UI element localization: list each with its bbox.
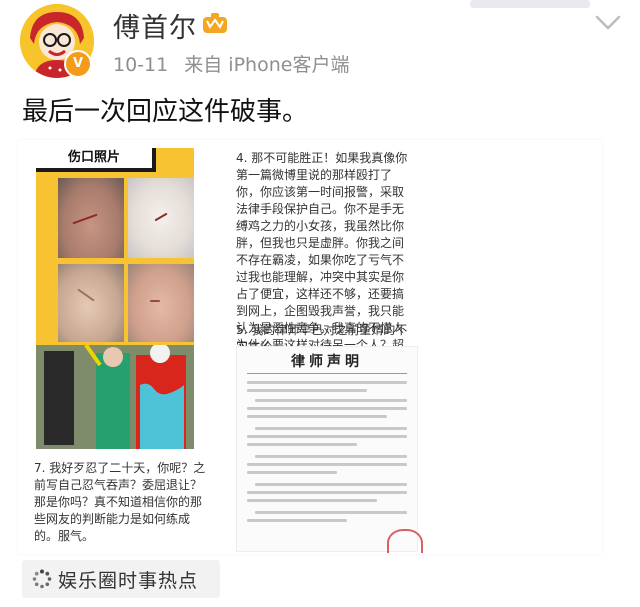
caption-paragraph-7: 7. 我好歹忍了二十天，你呢？之前写自己忍气吞声？委屈退让？那是你吗？真不知道相…	[34, 461, 206, 543]
vip-crown-icon	[203, 13, 227, 33]
topic-tag-label: 娱乐圈时事热点	[58, 570, 199, 592]
event-photo-illustration	[36, 345, 194, 449]
post-meta: 10-11 来自 iPhone客户端	[113, 50, 349, 77]
verified-badge-icon: V	[64, 50, 92, 78]
wound-mark	[150, 300, 160, 302]
document-text-line	[247, 443, 357, 446]
document-text-line	[247, 435, 407, 438]
document-text-line	[247, 491, 407, 494]
wound-photo-2	[128, 178, 194, 258]
wound-photo-3	[58, 264, 124, 342]
document-text-line	[255, 399, 407, 402]
document-divider	[247, 373, 407, 374]
loading-spinner-icon	[32, 569, 52, 589]
document-text-line	[247, 407, 407, 410]
post-date: 10-11	[113, 54, 169, 76]
wound-mark	[77, 288, 95, 302]
lawyer-statement-document: 律师声明	[236, 346, 423, 553]
post-text: 最后一次回应这件破事。	[22, 97, 309, 127]
wound-photo-title: 伤口照片	[36, 148, 156, 172]
topic-tag-button[interactable]: 娱乐圈时事热点	[22, 560, 220, 598]
document-text-line	[247, 519, 347, 522]
document-text-line	[247, 415, 387, 418]
seal-stamp	[387, 529, 423, 553]
event-photo	[36, 345, 194, 449]
post-source: 来自 iPhone客户端	[184, 54, 350, 76]
wound-mark	[72, 213, 98, 225]
document-text-line	[255, 455, 407, 458]
document-text-line	[247, 499, 377, 502]
chevron-down-icon[interactable]	[594, 14, 622, 32]
document-text-line	[247, 463, 407, 466]
document-text-line	[247, 381, 407, 384]
document-text-line	[255, 511, 407, 514]
document-text-line	[255, 427, 407, 430]
wound-mark	[154, 212, 168, 222]
wound-photo-1	[58, 178, 124, 258]
document-text-line	[247, 389, 367, 392]
document-text-line	[255, 483, 407, 486]
wound-photo-4	[128, 264, 194, 342]
lawyer-statement-title: 律师声明	[291, 354, 363, 370]
top-status-strip	[470, 0, 590, 8]
document-text-line	[247, 471, 337, 474]
username[interactable]: 傅首尔	[113, 6, 197, 45]
